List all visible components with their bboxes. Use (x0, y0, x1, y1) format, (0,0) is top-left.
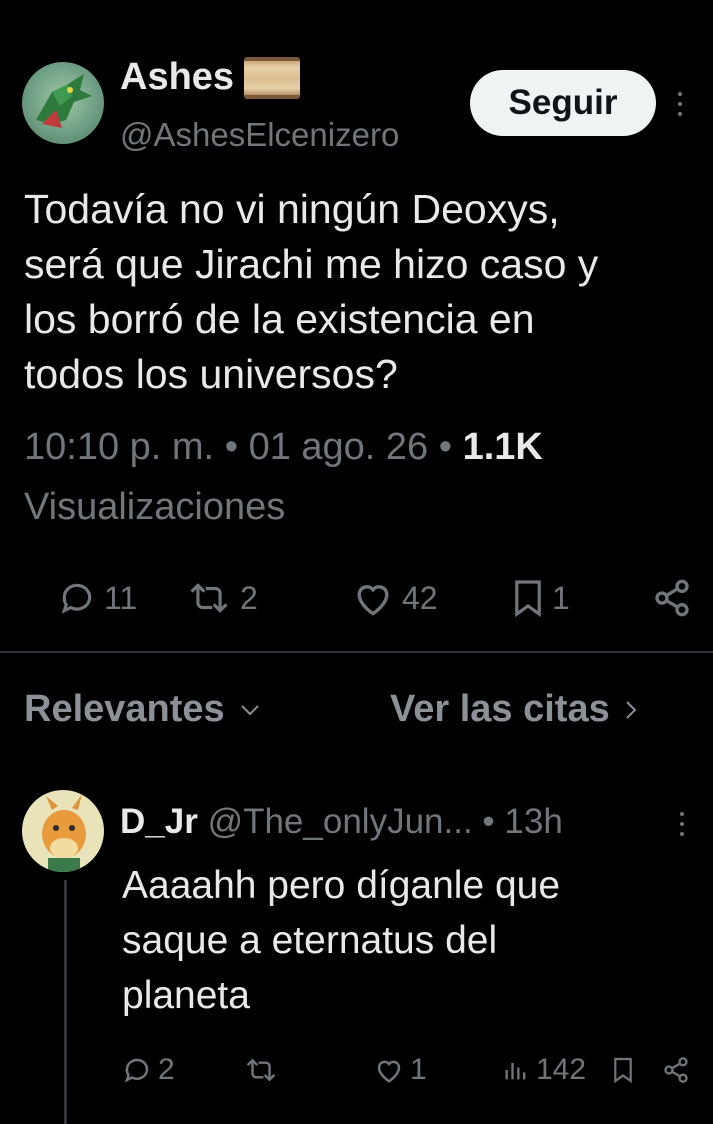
reply-retweet-action[interactable] (244, 1052, 284, 1088)
retweet-icon (190, 583, 228, 613)
separator-dot: • (438, 426, 463, 468)
retweet-count: 2 (240, 579, 258, 616)
views-label: Visualizaciones (24, 486, 286, 528)
like-count: 42 (402, 579, 438, 616)
author-display-name[interactable]: Ashes (120, 56, 301, 99)
reply-views-action[interactable]: 142 (502, 1052, 586, 1088)
separator-dot: • (224, 426, 249, 468)
tweet-time[interactable]: 10:10 p. m. (24, 426, 214, 468)
chevron-right-icon (626, 700, 637, 719)
reply-action[interactable]: 11 (58, 576, 137, 620)
reply-bookmark-action[interactable] (612, 1052, 634, 1088)
reply-icon (61, 583, 92, 614)
share-icon (655, 579, 689, 617)
tweet-date[interactable]: 01 ago. 26 (249, 426, 429, 468)
reply-text: Aaaahh pero díganle que saque a eternatu… (122, 858, 560, 1023)
bookmark-icon (515, 580, 541, 618)
author-handle[interactable]: @AshesElcenizero (120, 116, 399, 154)
chevron-down-icon (240, 704, 259, 715)
separator-dot: • (482, 802, 505, 841)
thread-line (64, 880, 67, 1124)
tweet-text-line: será que Jirachi me hizo caso y (24, 241, 599, 287)
reply-like-count: 1 (410, 1053, 427, 1086)
views-count: 1.1K (462, 426, 543, 468)
like-action[interactable]: 42 (352, 576, 438, 620)
heart-icon (377, 1060, 401, 1083)
follow-button[interactable]: Seguir (470, 70, 656, 136)
heart-icon (357, 585, 389, 616)
tweet-text-line: todos los universos? (24, 351, 398, 397)
reply-icon (124, 1058, 149, 1083)
retweet-action[interactable]: 2 (186, 576, 258, 620)
reply-reply-count: 2 (158, 1053, 175, 1086)
quotes-label: Ver las citas (390, 688, 610, 730)
reply-text-line: Aaaahh pero díganle que (122, 864, 561, 907)
reply-more-options-icon[interactable] (678, 812, 686, 836)
bookmark-count: 1 (552, 579, 570, 616)
author-name-text: Ashes (120, 56, 235, 98)
tweet-text: Todavía no vi ningún Deoxys, será que Ji… (24, 182, 704, 402)
reply-reply-action[interactable]: 2 (122, 1052, 175, 1088)
reply-text-line: saque a eternatus del (122, 919, 498, 962)
view-quotes-link[interactable]: Ver las citas (390, 688, 638, 731)
more-options-icon[interactable] (676, 92, 684, 116)
tweet-meta: 10:10 p. m. • 01 ago. 26 • 1.1K (24, 426, 543, 469)
reply-author-name[interactable]: D_Jr (120, 802, 198, 841)
reply-count: 11 (104, 579, 138, 616)
share-icon (664, 1057, 688, 1083)
sort-label: Relevantes (24, 688, 225, 730)
author-avatar[interactable] (22, 62, 104, 144)
reply-text-line: planeta (122, 974, 250, 1017)
reply-author-handle[interactable]: @The_onlyJun... (208, 802, 473, 841)
scroll-emoji-icon (244, 56, 301, 99)
views-chart-icon (505, 1063, 526, 1080)
reply-view-count: 142 (536, 1053, 587, 1086)
bookmark-icon (614, 1057, 632, 1084)
reply-share-action[interactable] (662, 1052, 690, 1088)
bookmark-action[interactable]: 1 (512, 576, 570, 620)
sort-dropdown[interactable]: Relevantes (24, 688, 261, 731)
reply-header: D_Jr @The_onlyJun... • 13h (120, 802, 563, 842)
tweet-text-line: los borró de la existencia en (24, 296, 535, 342)
reply-age[interactable]: 13h (504, 802, 562, 841)
reply-like-action[interactable]: 1 (374, 1052, 427, 1088)
reply-avatar[interactable] (22, 790, 104, 872)
share-action[interactable] (652, 576, 692, 620)
tweet-text-line: Todavía no vi ningún Deoxys, (24, 186, 560, 232)
retweet-icon (246, 1058, 276, 1082)
section-divider (0, 651, 713, 653)
